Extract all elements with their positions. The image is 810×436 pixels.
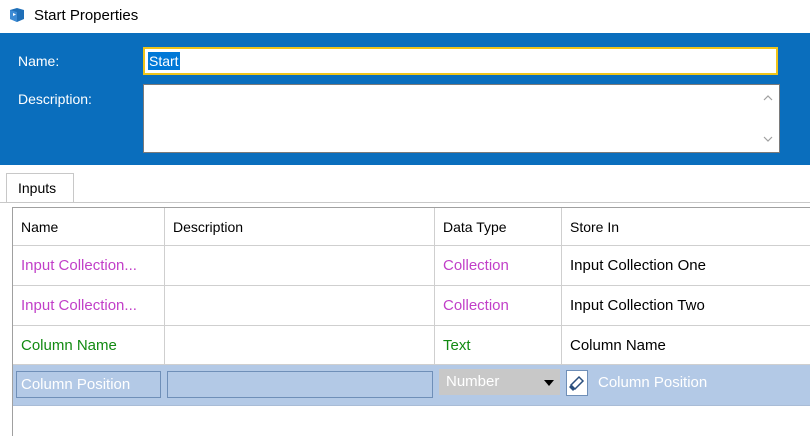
row-store-in[interactable]: Column Position: [598, 374, 707, 391]
data-type-selected: Number: [446, 373, 500, 390]
table-row[interactable]: Column Name Text Column Name: [13, 326, 810, 365]
table-row[interactable]: Input Collection... Collection Input Col…: [13, 286, 810, 326]
scroll-down-icon[interactable]: [763, 134, 773, 144]
tab-strip: Inputs: [0, 165, 810, 205]
row-data-type[interactable]: Text: [435, 326, 562, 364]
column-header-data-type[interactable]: Data Type: [435, 208, 562, 245]
row-description[interactable]: [165, 286, 435, 325]
table-row[interactable]: Input Collection... Collection Input Col…: [13, 246, 810, 286]
data-type-dropdown[interactable]: Number: [439, 369, 560, 395]
name-field[interactable]: Start: [143, 47, 778, 75]
row-name-input[interactable]: Column Position: [16, 371, 161, 398]
column-header-name[interactable]: Name: [13, 208, 165, 245]
row-name[interactable]: Input Collection...: [13, 246, 165, 285]
row-description[interactable]: [165, 246, 435, 285]
column-header-description[interactable]: Description: [165, 208, 435, 245]
row-store-in[interactable]: Input Collection Two: [562, 286, 810, 325]
properties-header: Name: Start Description:: [0, 33, 810, 165]
description-label: Description:: [18, 91, 92, 107]
inputs-grid: Name Description Data Type Store In Inpu…: [12, 207, 810, 436]
row-store-in[interactable]: Input Collection One: [562, 246, 810, 285]
grid-header-row: Name Description Data Type Store In: [13, 208, 810, 246]
row-name[interactable]: Column Name: [13, 326, 165, 364]
row-data-type[interactable]: Collection: [435, 286, 562, 325]
name-value: Start: [148, 52, 180, 70]
editing-row[interactable]: Column Position Number Column Position: [13, 365, 810, 406]
row-description-input[interactable]: [167, 371, 433, 398]
row-description[interactable]: [165, 326, 435, 364]
row-store-in[interactable]: Column Name: [562, 326, 810, 364]
chevron-down-icon[interactable]: [544, 380, 554, 386]
eraser-icon[interactable]: [566, 370, 588, 396]
tab-inputs[interactable]: Inputs: [6, 173, 74, 203]
name-label: Name:: [18, 53, 60, 69]
title-bar: Start Properties: [0, 0, 810, 33]
description-field[interactable]: [143, 84, 780, 153]
description-scrollbar[interactable]: [757, 85, 779, 152]
scroll-up-icon[interactable]: [763, 93, 773, 103]
window-title: Start Properties: [34, 7, 139, 24]
row-name[interactable]: Input Collection...: [13, 286, 165, 325]
row-data-type[interactable]: Collection: [435, 246, 562, 285]
column-header-store-in[interactable]: Store In: [562, 208, 810, 245]
tab-divider: [0, 202, 810, 203]
start-stage-icon: [8, 7, 26, 23]
